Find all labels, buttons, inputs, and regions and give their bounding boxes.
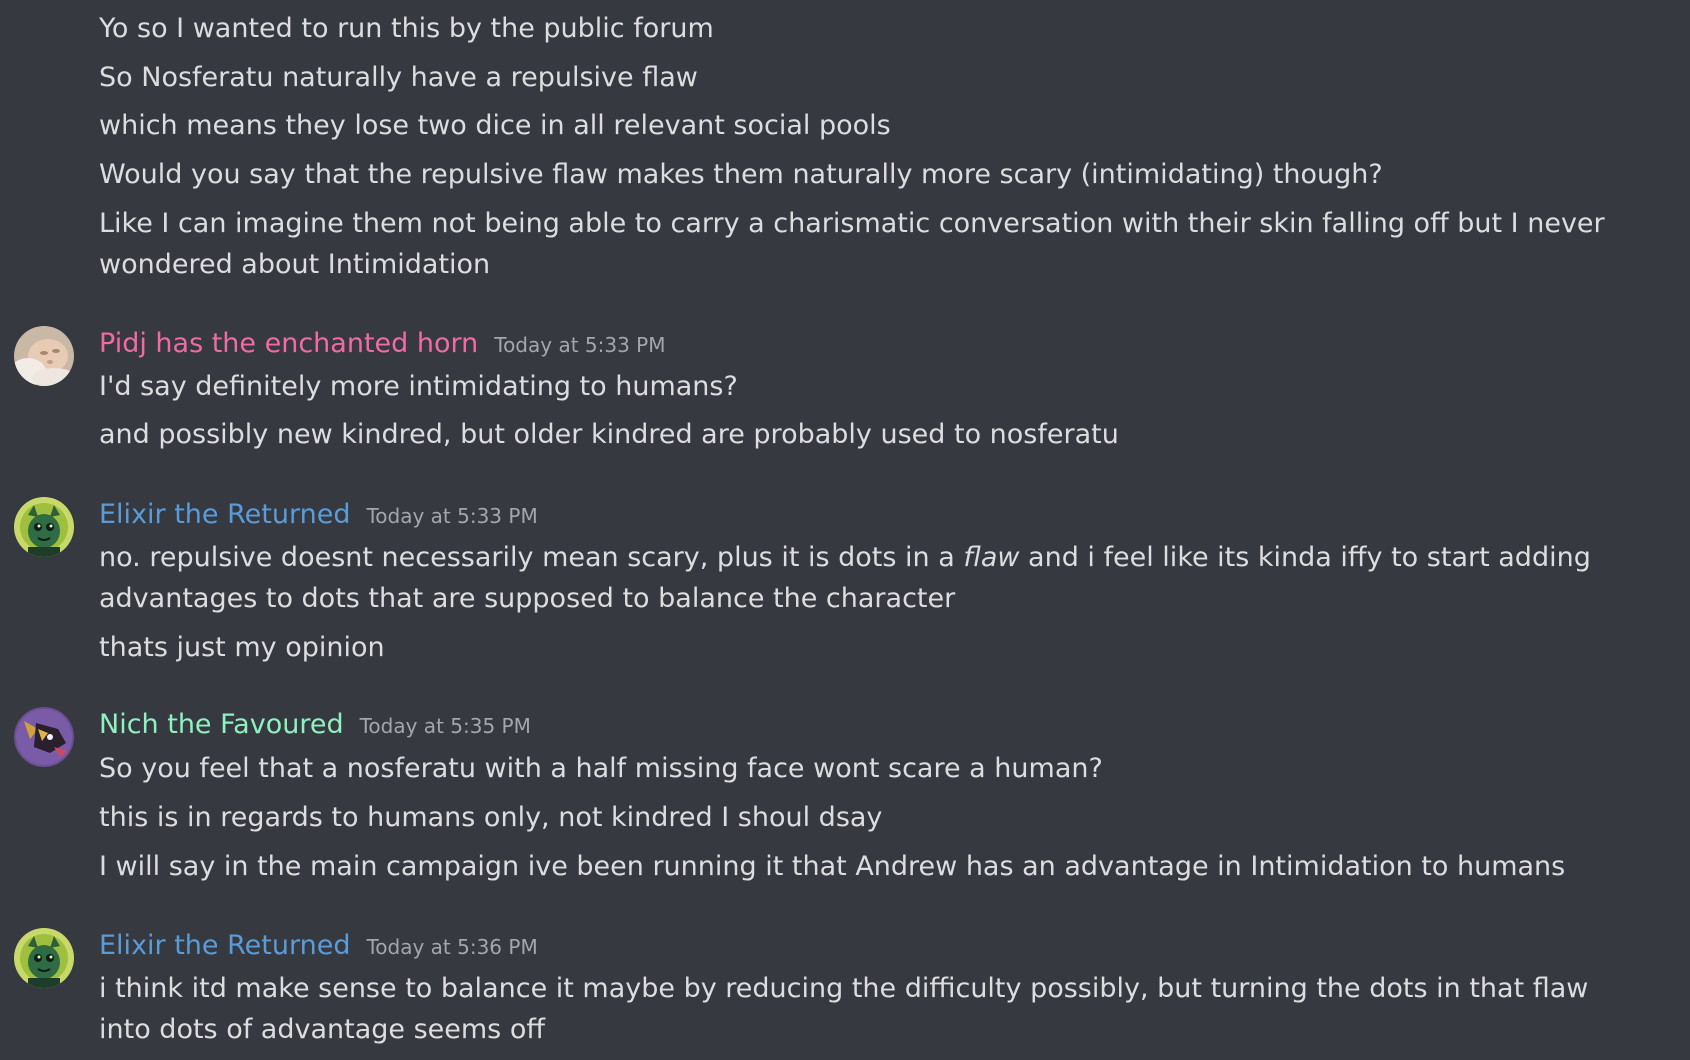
emphasis-text: flaw xyxy=(963,542,1020,573)
message-text: thats just my opinion xyxy=(99,632,385,663)
message-text: So Nosferatu naturally have a repulsive … xyxy=(99,62,698,93)
message-text: Would you say that the repulsive flaw ma… xyxy=(99,159,1383,190)
message-text-part: no. repulsive doesnt necessarily mean sc… xyxy=(99,542,964,573)
author-name[interactable]: Elixir the Returned xyxy=(99,928,350,964)
purple-fox-avatar-icon xyxy=(14,707,74,767)
user-avatar[interactable] xyxy=(14,326,74,386)
message-text: which means they lose two dice in all re… xyxy=(99,110,891,141)
timestamp[interactable]: Today at 5:33 PM xyxy=(366,504,537,528)
baby-photo-avatar-icon xyxy=(14,326,74,386)
user-avatar[interactable] xyxy=(14,497,74,557)
timestamp[interactable]: Today at 5:35 PM xyxy=(360,714,531,738)
message-text: So you feel that a nosferatu with a half… xyxy=(99,753,1103,784)
green-creature-avatar-icon xyxy=(14,928,74,988)
message-header: Pidj has the enchanted horn Today at 5:3… xyxy=(99,326,666,362)
user-avatar[interactable] xyxy=(14,707,74,767)
author-name[interactable]: Nich the Favoured xyxy=(99,707,344,743)
chat-message-list: Yo so I wanted to run this by the public… xyxy=(0,0,1690,1060)
message-text: this is in regards to humans only, not k… xyxy=(99,802,883,833)
message-text: Like I can imagine them not being able t… xyxy=(99,208,1605,280)
message-header: Nich the Favoured Today at 5:35 PM xyxy=(99,707,531,743)
author-name[interactable]: Pidj has the enchanted horn xyxy=(99,326,478,362)
message-text: and possibly new kindred, but older kind… xyxy=(99,419,1119,450)
message-header: Elixir the Returned Today at 5:33 PM xyxy=(99,497,538,533)
message-text: I will say in the main campaign ive been… xyxy=(99,851,1566,882)
message-text: Yo so I wanted to run this by the public… xyxy=(99,13,714,44)
timestamp[interactable]: Today at 5:33 PM xyxy=(494,333,665,357)
message-text: i think itd make sense to balance it may… xyxy=(99,973,1589,1045)
message-header: Elixir the Returned Today at 5:36 PM xyxy=(99,928,538,964)
timestamp[interactable]: Today at 5:36 PM xyxy=(366,935,537,959)
message-text: no. repulsive doesnt necessarily mean sc… xyxy=(99,537,1630,619)
green-creature-avatar-icon xyxy=(14,497,74,557)
author-name[interactable]: Elixir the Returned xyxy=(99,497,350,533)
message-text: I'd say definitely more intimidating to … xyxy=(99,371,738,402)
user-avatar[interactable] xyxy=(14,928,74,988)
